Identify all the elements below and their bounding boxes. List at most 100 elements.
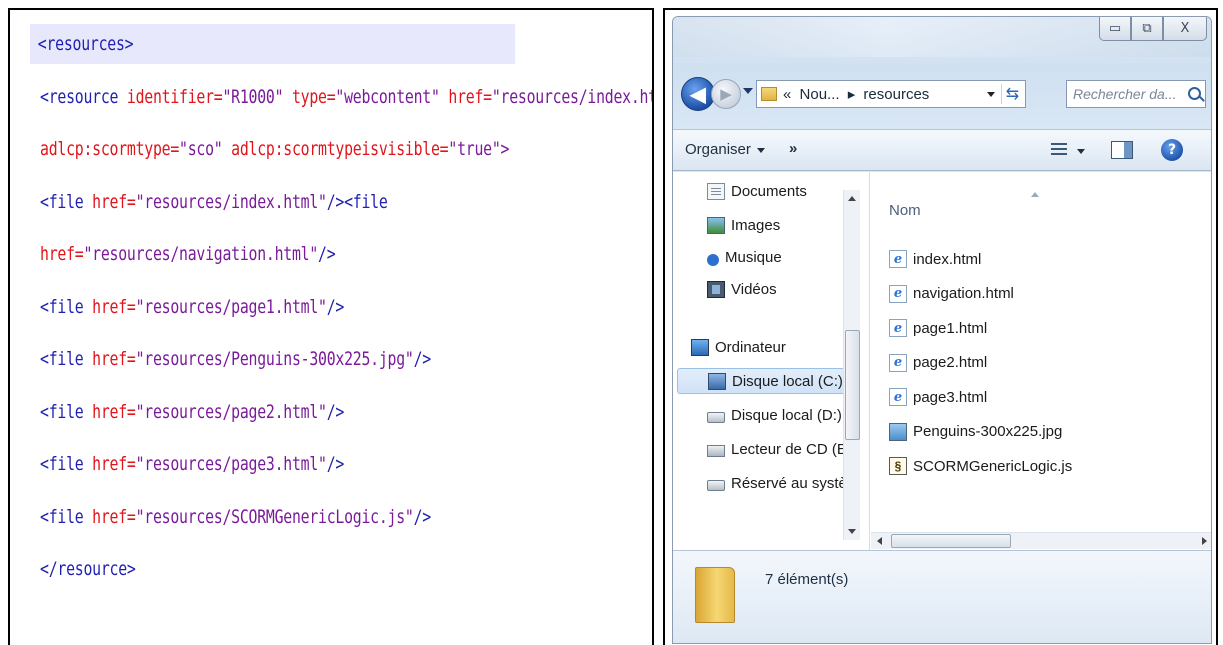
xml-value: "resources/navigation.html" <box>83 243 319 265</box>
code-line: href="resources/navigation.html"/> <box>40 234 517 274</box>
local-disk-d-icon <box>707 411 725 423</box>
local-disk-c-icon <box>708 372 726 390</box>
code-line: <file href="resources/index.html"/><file <box>40 182 517 222</box>
file-list-item[interactable]: Penguins-300x225.jpg <box>889 419 1062 445</box>
scroll-down-icon[interactable] <box>848 529 856 534</box>
breadcrumb-overflow[interactable]: « <box>783 86 791 103</box>
nav-item[interactable]: Lecteur de CD (E: <box>707 436 851 462</box>
xml-value: "resources/Penguins-300x225.jpg" <box>135 348 414 370</box>
nav-item[interactable]: Ordinateur <box>691 334 786 360</box>
ie-html-icon: e <box>889 388 907 406</box>
xml-value: "resources/page1.html" <box>135 295 327 318</box>
scroll-right-icon[interactable] <box>1202 537 1207 545</box>
column-header-name[interactable]: Nom <box>889 202 921 219</box>
navigation-row: ◀ ▶ « Nou... ▸ resources ⇆ Rechercher da… <box>681 75 1206 115</box>
nav-item-label: Réservé au systèr <box>731 474 852 492</box>
system-reserved-icon <box>707 479 725 491</box>
xml-tag: /> <box>326 295 345 318</box>
nav-item[interactable]: Musique <box>707 244 782 270</box>
search-input[interactable]: Rechercher da... <box>1066 80 1206 108</box>
xml-value: "webcontent" <box>335 85 449 108</box>
view-options-icon[interactable] <box>1051 143 1067 157</box>
navigation-pane: Réservé au systèr Lecteur de CD (E: Disque… <box>673 172 870 550</box>
nav-item-label: Lecteur de CD (E: <box>731 440 852 458</box>
xml-tag: /> <box>413 348 432 370</box>
xml-value: "resources/index.html <box>491 85 652 108</box>
documents-icon <box>707 182 725 200</box>
code-line: <file href="resources/SCORMGenericLogic.… <box>40 497 517 537</box>
hscrollbar-thumb[interactable] <box>891 534 1011 548</box>
refresh-icon[interactable]: ⇆ <box>1001 84 1023 104</box>
file-name: index.html <box>913 250 982 268</box>
scroll-left-icon[interactable] <box>877 537 882 545</box>
xml-attribute: type= <box>291 85 336 108</box>
scroll-up-icon[interactable] <box>848 196 856 201</box>
nav-item[interactable]: Réservé au systèr <box>707 470 852 496</box>
jpg-image-icon <box>889 422 907 441</box>
address-dropdown-icon[interactable] <box>987 92 995 97</box>
code-line: adlcp:scormtype="sco" adlcp:scormtypeisv… <box>40 129 517 169</box>
view-dropdown-icon[interactable] <box>1077 149 1085 154</box>
xml-attribute: href= <box>40 243 84 265</box>
file-name: navigation.html <box>913 285 1014 302</box>
computer-icon <box>691 338 709 356</box>
folder-icon <box>761 87 777 101</box>
more-commands-button[interactable]: » <box>789 140 797 157</box>
file-name: page1.html <box>913 319 988 337</box>
nav-item[interactable]: Documents <box>707 178 807 204</box>
xml-tag: <file <box>40 348 93 370</box>
ie-html-icon: e <box>889 353 907 372</box>
forward-button[interactable]: ▶ <box>711 79 741 109</box>
nav-item[interactable]: Disque local (D:) <box>707 402 842 428</box>
nav-item[interactable]: Disque local (C:) <box>677 368 855 394</box>
minimize-button[interactable]: ▭ <box>1099 17 1131 41</box>
nav-item[interactable]: Images <box>707 212 780 238</box>
nav-item-label: Disque local (D:) <box>731 406 842 424</box>
help-icon[interactable]: ? <box>1161 139 1183 161</box>
command-bar: Organiser » ? <box>673 129 1211 171</box>
file-list-hscrollbar[interactable] <box>871 532 1211 549</box>
xml-attribute: href= <box>448 85 492 108</box>
explorer-window: ▭ ⧉ X ◀ ▶ « Nou... ▸ resources ⇆ Recherc… <box>672 16 1212 644</box>
chevron-down-icon <box>756 147 765 153</box>
file-list-item[interactable]: § SCORMGenericLogic.js <box>889 453 1072 479</box>
xml-tag: /> <box>413 505 432 528</box>
preview-pane-icon[interactable] <box>1111 141 1133 159</box>
history-dropdown-icon[interactable] <box>743 88 753 94</box>
breadcrumb: « Nou... ▸ resources <box>783 85 933 103</box>
organize-menu-button[interactable]: Organiser <box>685 141 765 158</box>
code-panel-frame: <resources> <resource identifier="R1000" … <box>8 8 654 645</box>
address-bar[interactable]: « Nou... ▸ resources ⇆ <box>756 80 1026 108</box>
nav-pane-scrollbar[interactable] <box>843 190 860 540</box>
file-list-item[interactable]: e navigation.html <box>889 281 1014 307</box>
nav-item-label: Vidéos <box>731 280 777 298</box>
file-name: SCORMGenericLogic.js <box>913 457 1073 475</box>
folder-icon <box>695 567 735 623</box>
scrollbar-thumb[interactable] <box>845 330 860 440</box>
xml-tag: /><file <box>326 190 388 213</box>
explorer-body: Réservé au systèr Lecteur de CD (E: Disque… <box>673 172 1211 550</box>
search-icon[interactable] <box>1188 87 1201 100</box>
xml-tag: <file <box>40 400 93 423</box>
explorer-panel-frame: ▭ ⧉ X ◀ ▶ « Nou... ▸ resources ⇆ Recherc… <box>663 8 1218 645</box>
file-list-item[interactable]: e index.html <box>889 246 981 272</box>
xml-attribute: href= <box>92 190 136 213</box>
xml-attribute: adlcp:scormtype= <box>40 138 180 160</box>
code-line: </resource> <box>40 549 517 589</box>
xml-value: "resources/index.html" <box>135 190 327 213</box>
ie-html-icon: e <box>889 284 907 303</box>
file-list-item[interactable]: e page3.html <box>889 384 987 410</box>
nav-item-label: Images <box>731 216 781 234</box>
back-button[interactable]: ◀ <box>681 77 715 111</box>
xml-attribute: href= <box>92 453 136 475</box>
file-list-item[interactable]: e page1.html <box>889 315 987 341</box>
breadcrumb-item-parent[interactable]: Nou... <box>800 86 840 103</box>
maximize-button[interactable]: ⧉ <box>1131 17 1163 41</box>
close-button[interactable]: X <box>1163 17 1207 41</box>
file-list-item[interactable]: e page2.html <box>889 350 987 376</box>
file-list-pane: Nom e index.html e navigation.html e page1.ht… <box>871 172 1211 550</box>
xml-value: "true"> <box>448 138 510 160</box>
nav-item-label: Ordinateur <box>715 338 786 356</box>
nav-item[interactable]: Vidéos <box>707 276 777 302</box>
breadcrumb-item-current[interactable]: resources <box>863 86 929 103</box>
